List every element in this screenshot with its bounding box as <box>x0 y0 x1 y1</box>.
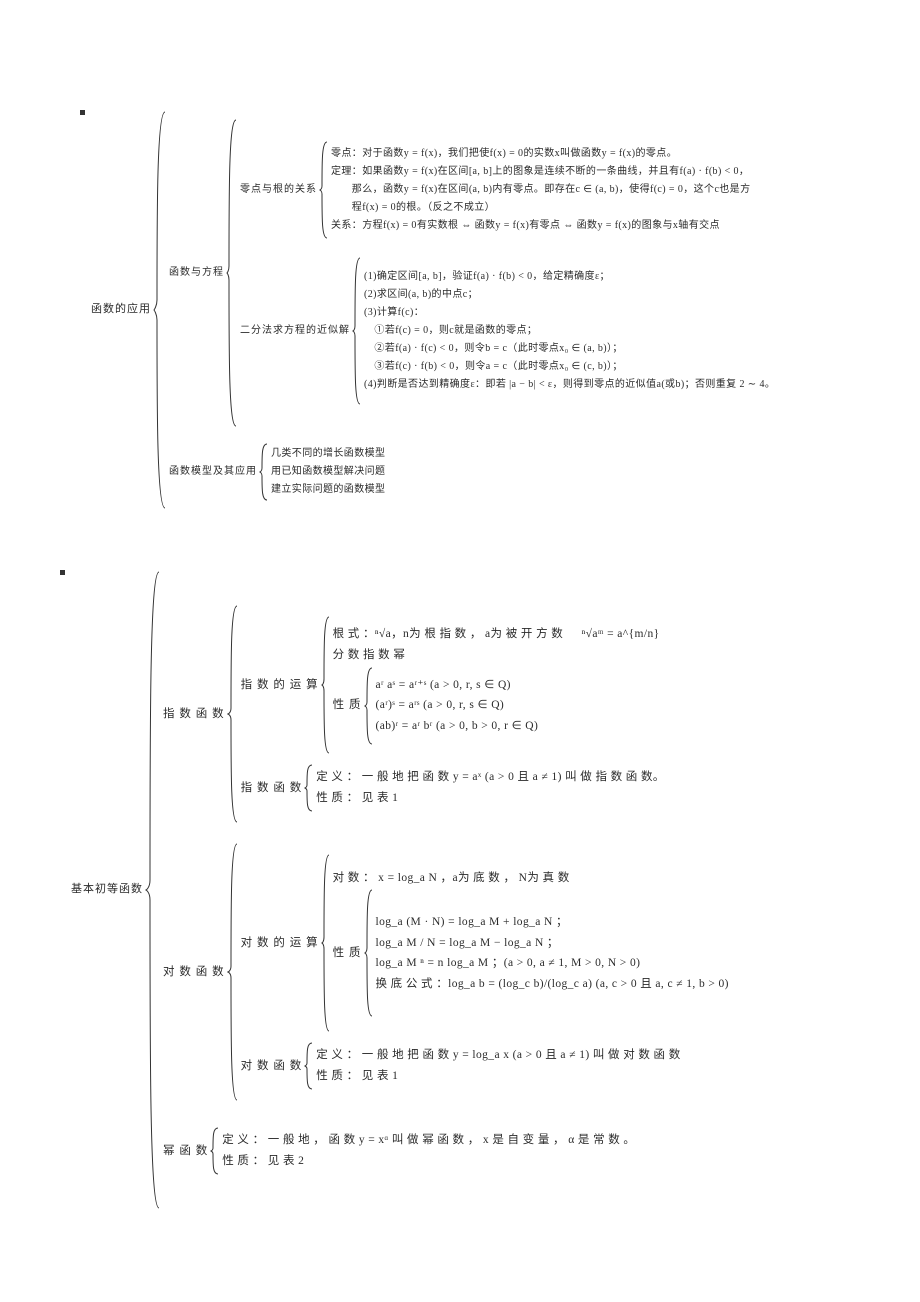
brace-icon <box>224 118 240 428</box>
text-line: 性 质 ： 见 表 2 <box>222 1151 635 1172</box>
text-line: 定理：如果函数y = f(x)在区间[a, b]上的图象是连续不断的一条曲线，并… <box>331 163 750 181</box>
text-line: 那么，函数y = f(x)在区间(a, b)内有零点。即存在c ∈ (a, b)… <box>331 181 750 199</box>
exp-ops-prop: 性 质 aʳ aˢ = aʳ⁺ˢ (a > 0, r, s ∈ Q) (aʳ)ˢ… <box>333 666 660 746</box>
text-line: (3)计算f(c)： <box>364 304 775 322</box>
brace-icon <box>319 615 333 755</box>
text-line: 关系：方程f(x) = 0有实数根 ⇔ 函数y = f(x)有零点 ⇔ 函数y … <box>331 217 750 235</box>
text-line: 对 数 ： x = log_a N ，a为 底 数 ， N为 真 数 <box>333 868 729 889</box>
text-line: (aʳ)ˢ = aʳˢ (a > 0, r, s ∈ Q) <box>376 695 539 716</box>
brace-icon <box>143 570 163 1210</box>
sub-zero-root: 零点与根的关系 零点：对于函数y = f(x)，我们把使f(x) = 0的实数x… <box>240 140 775 240</box>
brace-icon <box>302 763 316 813</box>
sub-label: 指 数 的 运 算 <box>241 615 319 755</box>
text-line: (1)确定区间[a, b]，验证f(a) · f(b) < 0，给定精确度ε； <box>364 268 775 286</box>
brace-icon <box>362 666 376 746</box>
branch-label: 对 数 函 数 <box>163 842 225 1102</box>
sub-lines: (1)确定区间[a, b]，验证f(a) · f(b) < 0，给定精确度ε； … <box>364 256 775 406</box>
branch-lines: 几类不同的增长函数模型 用已知函数模型解决问题 建立实际问题的函数模型 <box>271 442 385 502</box>
branch-label: 函数与方程 <box>169 118 224 428</box>
text-line: 定 义 ： 一 般 地 ， 函 数 y = xᵅ 叫 做 幂 函 数 ， x 是… <box>222 1130 635 1151</box>
brace-icon <box>257 442 271 502</box>
branch-log: 对 数 函 数 对 数 的 运 算 对 数 ： x = log_a N <box>163 842 729 1102</box>
block-elementary-fn: 基本初等函数 指 数 函 数 指 数 的 运 算 <box>20 570 900 1210</box>
text-line: 根 式 ：ⁿ√a，n为 根 指 数 ， a为 被 开 方 数 ⁿ√aᵐ = a^… <box>333 624 660 645</box>
brace-icon <box>362 888 376 1018</box>
branch-label: 幂 函 数 <box>163 1126 208 1176</box>
text-line: ①若f(c) = 0，则c就是函数的零点； <box>364 322 775 340</box>
page-root: 函数的应用 函数与方程 零点与根的关系 <box>0 0 920 1302</box>
brace-icon <box>319 853 333 1033</box>
sub-lines: 零点：对于函数y = f(x)，我们把使f(x) = 0的实数x叫做函数y = … <box>331 140 750 240</box>
text-line: 建立实际问题的函数模型 <box>271 481 385 499</box>
brace-icon <box>208 1126 222 1176</box>
text-line: 换 底 公 式 ：log_a b = (log_c b)/(log_c a) (… <box>376 974 729 995</box>
branch-pow: 幂 函 数 定 义 ： 一 般 地 ， 函 数 y = xᵅ 叫 做 幂 函 数… <box>163 1126 729 1176</box>
block-function-application: 函数的应用 函数与方程 零点与根的关系 <box>20 110 900 510</box>
text-line: log_a M / N = log_a M − log_a N ； <box>376 933 729 954</box>
sub-label: 对 数 函 数 <box>241 1041 303 1091</box>
sub-label: 性 质 <box>333 666 362 746</box>
branch-fn-eq: 函数与方程 零点与根的关系 零点：对于函数y = f(x)，我们把使f <box>169 118 775 428</box>
sub-label: 二分法求方程的近似解 <box>240 256 350 406</box>
text-line: (2)求区间(a, b)的中点c； <box>364 286 775 304</box>
bullet-icon <box>60 570 65 575</box>
text-line: 程f(x) = 0的根。（反之不成立） <box>331 199 750 217</box>
brace-icon <box>225 604 241 824</box>
sub-label: 零点与根的关系 <box>240 140 317 240</box>
text-line: 几类不同的增长函数模型 <box>271 445 385 463</box>
brace-icon <box>350 256 364 406</box>
exp-fn: 指 数 函 数 定 义 ： 一 般 地 把 函 数 y = aˣ (a > 0 … <box>241 763 665 813</box>
text-line: (ab)ʳ = aʳ bʳ (a > 0, b > 0, r ∈ Q) <box>376 716 539 737</box>
text-line: 零点：对于函数y = f(x)，我们把使f(x) = 0的实数x叫做函数y = … <box>331 145 750 163</box>
text-line: log_a (M · N) = log_a M + log_a N ； <box>376 912 729 933</box>
log-ops-prop: 性 质 log_a (M · N) = log_a M + log_a N ； … <box>333 888 729 1018</box>
text-line: ②若f(a) · f(c) < 0，则令b = c（此时零点x₀ ∈ (a, b… <box>364 340 775 358</box>
text-line: (4)判断是否达到精确度ε：即若 |a − b| < ε，则得到零点的近似值a(… <box>364 376 775 394</box>
root-label-top: 函数的应用 <box>91 110 151 510</box>
text-line: 分 数 指 数 幂 <box>333 645 660 666</box>
sub-label: 性 质 <box>333 888 362 1018</box>
branch-exp: 指 数 函 数 指 数 的 运 算 根 式 ：ⁿ√a，n为 根 指 数 <box>163 604 729 824</box>
branch-label: 函数模型及其应用 <box>169 442 257 502</box>
brace-icon <box>302 1041 316 1091</box>
brace-icon <box>225 842 241 1102</box>
text-line: 用已知函数模型解决问题 <box>271 463 385 481</box>
branch-label: 指 数 函 数 <box>163 604 225 824</box>
brace-icon <box>151 110 169 510</box>
sub-label: 指 数 函 数 <box>241 763 303 813</box>
text-line: 性 质 ： 见 表 1 <box>316 788 665 809</box>
text-line: aʳ aˢ = aʳ⁺ˢ (a > 0, r, s ∈ Q) <box>376 675 539 696</box>
root-label-bottom: 基本初等函数 <box>71 570 143 1210</box>
text-line: 定 义 ： 一 般 地 把 函 数 y = log_a x (a > 0 且 a… <box>316 1045 680 1066</box>
text-line: 定 义 ： 一 般 地 把 函 数 y = aˣ (a > 0 且 a ≠ 1)… <box>316 767 665 788</box>
text-line: ③若f(c) · f(b) < 0，则令a = c（此时零点x₀ ∈ (c, b… <box>364 358 775 376</box>
text-line: 性 质 ： 见 表 1 <box>316 1066 680 1087</box>
log-ops: 对 数 的 运 算 对 数 ： x = log_a N ，a为 底 数 ， N为… <box>241 853 729 1033</box>
text-line: log_a M ⁿ = n log_a M ；(a > 0, a ≠ 1, M … <box>376 953 729 974</box>
bullet-icon <box>80 110 85 115</box>
brace-icon <box>317 140 331 240</box>
exp-ops: 指 数 的 运 算 根 式 ：ⁿ√a，n为 根 指 数 ， a为 被 开 方 数… <box>241 615 665 755</box>
log-fn: 对 数 函 数 定 义 ： 一 般 地 把 函 数 y = log_a x (a… <box>241 1041 729 1091</box>
sub-bisection: 二分法求方程的近似解 (1)确定区间[a, b]，验证f(a) · f(b) <… <box>240 256 775 406</box>
sub-label: 对 数 的 运 算 <box>241 853 319 1033</box>
branch-fn-model: 函数模型及其应用 几类不同的增长函数模型 用已知函数模型解决问题 建立实际问题的… <box>169 442 775 502</box>
